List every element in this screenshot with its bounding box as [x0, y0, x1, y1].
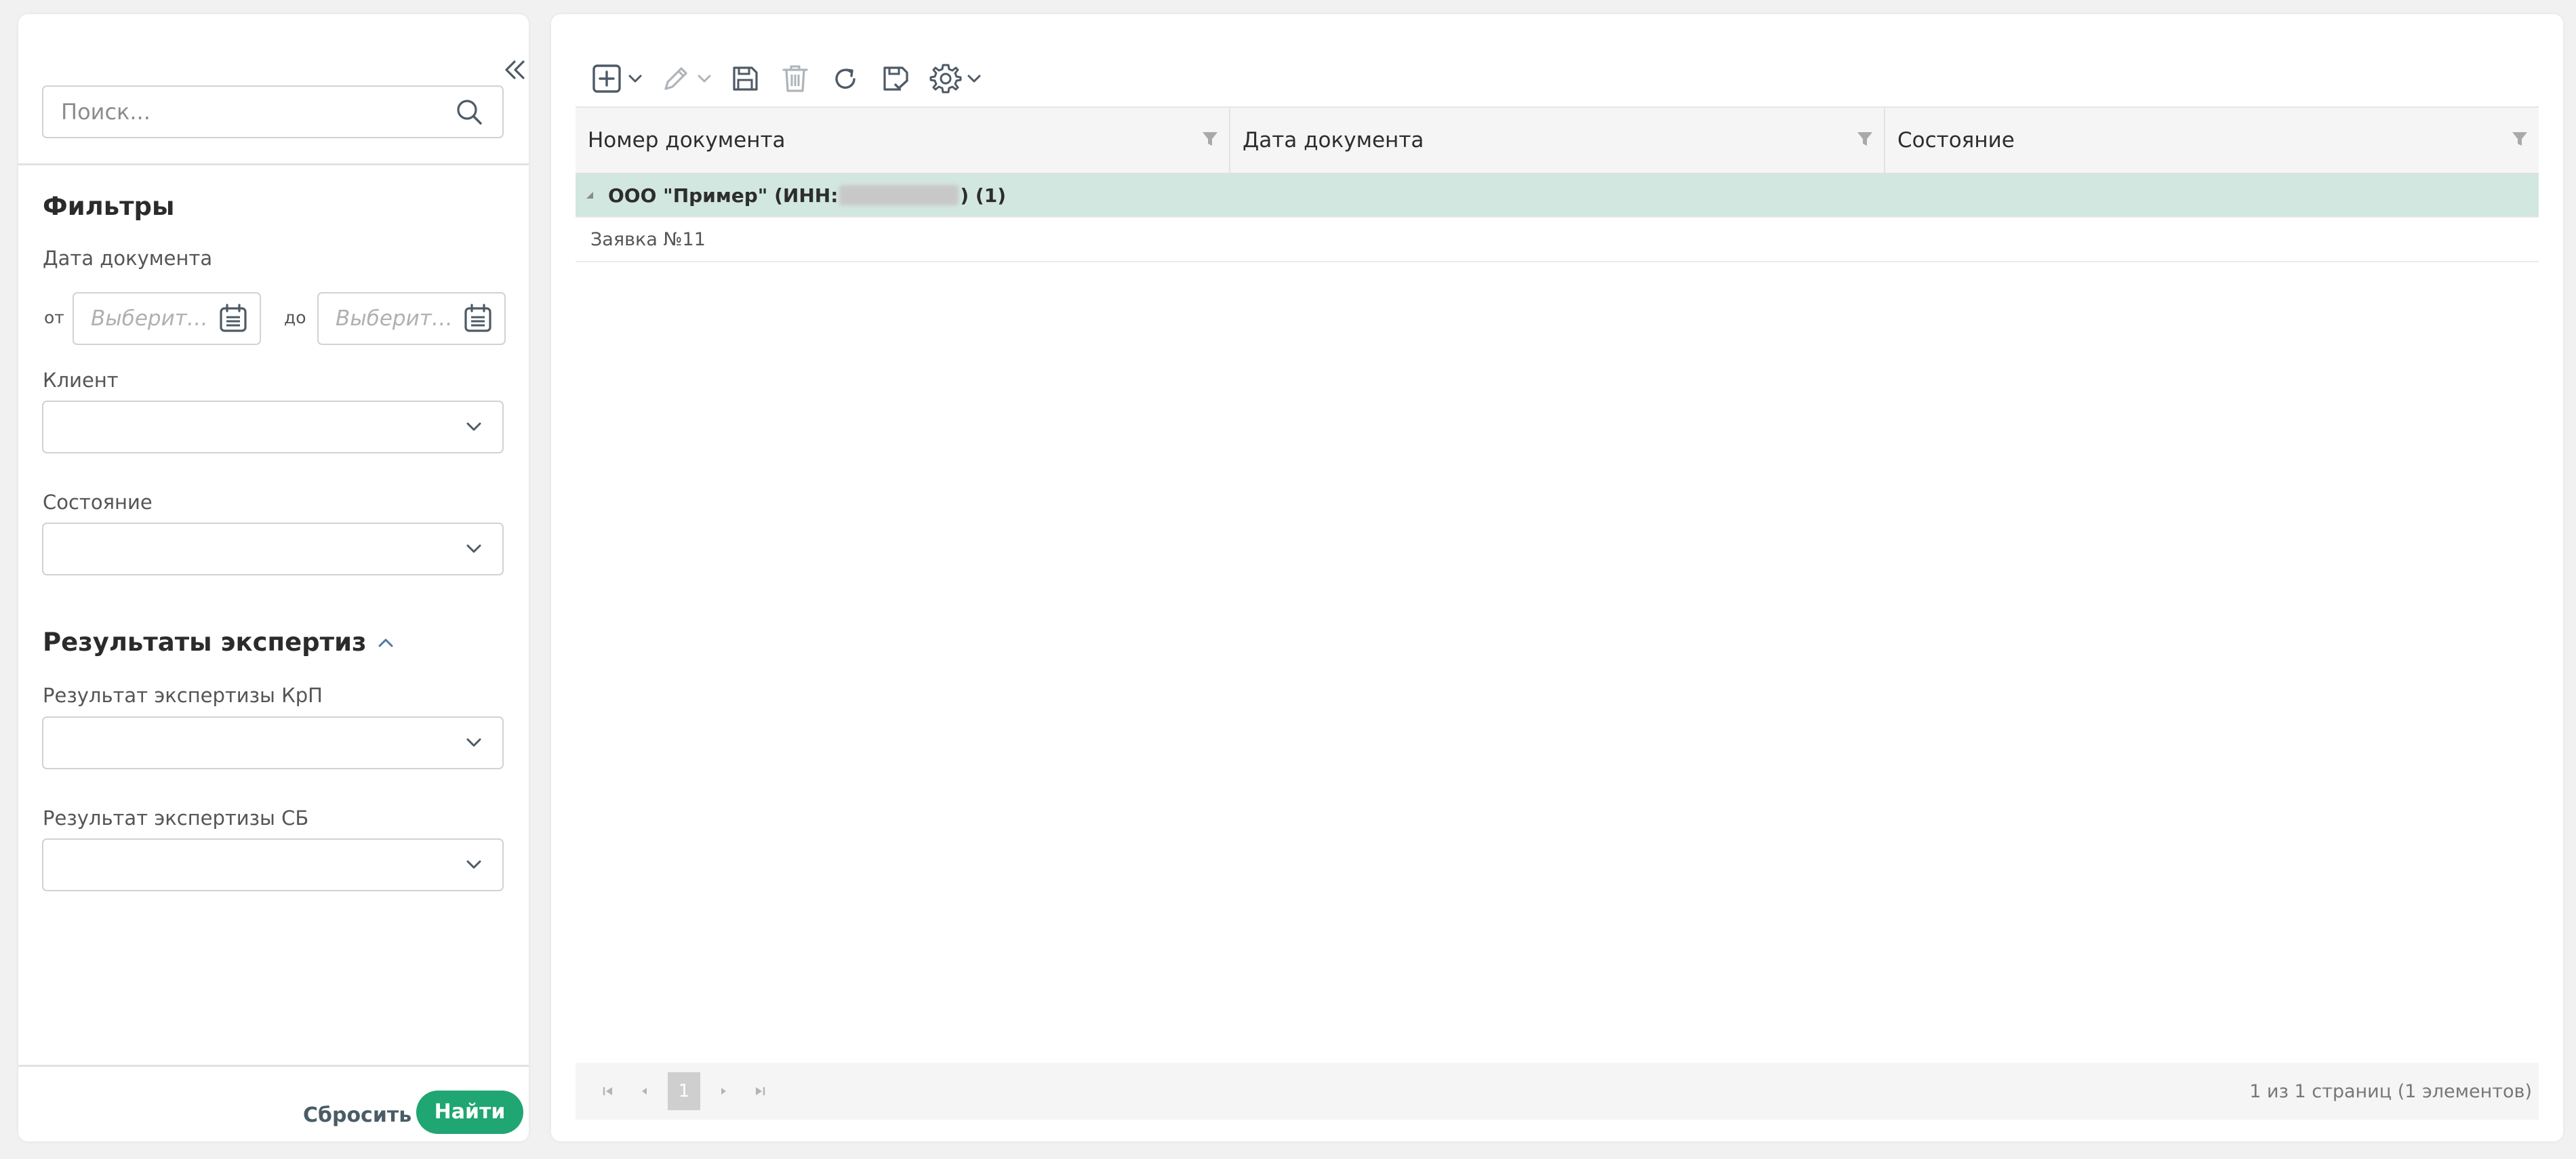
reset-button[interactable]: Сбросить [303, 1095, 411, 1136]
date-to-input[interactable] [336, 306, 461, 331]
refresh-icon [827, 60, 864, 97]
divider [18, 1065, 529, 1067]
edit-icon [658, 60, 694, 97]
calendar-icon[interactable] [461, 302, 495, 336]
save-icon [727, 60, 763, 97]
delete-icon [777, 60, 813, 97]
prev-page-button[interactable] [631, 1078, 658, 1105]
pager: 1 1 из 1 страниц (1 элементов) [576, 1063, 2539, 1120]
expertise-sb-label: Результат экспертизы СБ [43, 807, 309, 830]
next-page-button[interactable] [710, 1078, 737, 1105]
expertise-title: Результаты экспертиз [43, 628, 367, 657]
document-number: Заявка №11 [590, 228, 706, 250]
chevron-up-icon [378, 638, 393, 647]
collapse-panel-button[interactable] [500, 55, 529, 85]
expertise-krp-label: Результат экспертизы КрП [43, 684, 323, 707]
double-chevron-left-icon [505, 60, 525, 79]
documents-panel: Номер документа Дата документа Состояние [551, 14, 2563, 1141]
collapse-triangle-icon[interactable] [582, 188, 597, 203]
settings-button[interactable] [927, 56, 983, 101]
refresh-button[interactable] [827, 56, 864, 101]
save-check-icon [877, 60, 914, 97]
expertise-krp-select[interactable] [42, 716, 504, 769]
chevron-down-icon [462, 415, 486, 439]
date-from-field[interactable] [73, 292, 261, 345]
add-button[interactable] [588, 56, 644, 101]
search-input[interactable] [61, 99, 454, 125]
pager-info: 1 из 1 страниц (1 элементов) [2249, 1080, 2532, 1102]
edit-button[interactable] [658, 56, 713, 101]
date-from-label: от [44, 308, 64, 327]
filter-icon[interactable] [1201, 129, 1220, 148]
filter-icon[interactable] [1855, 129, 1874, 148]
toolbar [588, 56, 997, 101]
prev-page-icon [642, 1088, 647, 1095]
group-title-suffix: ) (1) [960, 184, 1007, 207]
chevron-down-icon [696, 70, 713, 87]
client-label: Клиент [43, 369, 119, 392]
last-page-button[interactable] [746, 1078, 773, 1105]
filter-icon[interactable] [2510, 129, 2529, 148]
save-check-button[interactable] [877, 56, 914, 101]
expertise-section-toggle[interactable]: Результаты экспертиз [43, 628, 395, 657]
date-from-input[interactable] [91, 306, 216, 331]
chevron-down-icon [462, 853, 486, 877]
date-to-field[interactable] [317, 292, 506, 345]
search-icon[interactable] [454, 96, 485, 127]
table-row[interactable]: Заявка №11 [576, 218, 2539, 262]
filters-title: Фильтры [43, 192, 175, 221]
current-page[interactable]: 1 [668, 1072, 700, 1110]
documents-grid: Номер документа Дата документа Состояние [576, 106, 2539, 262]
state-label: Состояние [43, 491, 153, 514]
calendar-icon[interactable] [216, 302, 250, 336]
last-page-icon [756, 1087, 765, 1095]
state-select[interactable] [42, 523, 504, 575]
redacted-inn [839, 185, 959, 205]
column-title: Состояние [1897, 128, 2015, 152]
column-header-number[interactable]: Номер документа [576, 108, 1230, 173]
first-page-icon [603, 1087, 612, 1095]
find-button[interactable]: Найти [416, 1091, 523, 1134]
chevron-down-icon [965, 70, 983, 87]
group-title-prefix: ООО "Пример" (ИНН: [608, 184, 839, 207]
client-select[interactable] [42, 401, 504, 453]
search-field[interactable] [42, 85, 504, 138]
divider [18, 163, 529, 165]
column-title: Номер документа [588, 128, 786, 152]
chevron-down-icon [626, 70, 644, 87]
column-title: Дата документа [1243, 128, 1424, 152]
first-page-button[interactable] [595, 1078, 622, 1105]
add-icon [588, 60, 625, 97]
date-to-label: до [284, 308, 306, 327]
settings-icon [927, 60, 964, 97]
column-header-date[interactable]: Дата документа [1230, 108, 1885, 173]
filter-panel: Фильтры Дата документа от до [18, 14, 529, 1141]
expertise-sb-select[interactable] [42, 838, 504, 891]
grid-header: Номер документа Дата документа Состояние [576, 106, 2539, 174]
group-row[interactable]: ООО "Пример" (ИНН: ) (1) [576, 174, 2539, 218]
next-page-icon [721, 1088, 726, 1095]
chevron-down-icon [462, 537, 486, 561]
column-header-state[interactable]: Состояние [1885, 108, 2539, 173]
chevron-down-icon [462, 731, 486, 755]
delete-button[interactable] [777, 56, 813, 101]
save-button[interactable] [727, 56, 763, 101]
date-label: Дата документа [43, 247, 213, 270]
